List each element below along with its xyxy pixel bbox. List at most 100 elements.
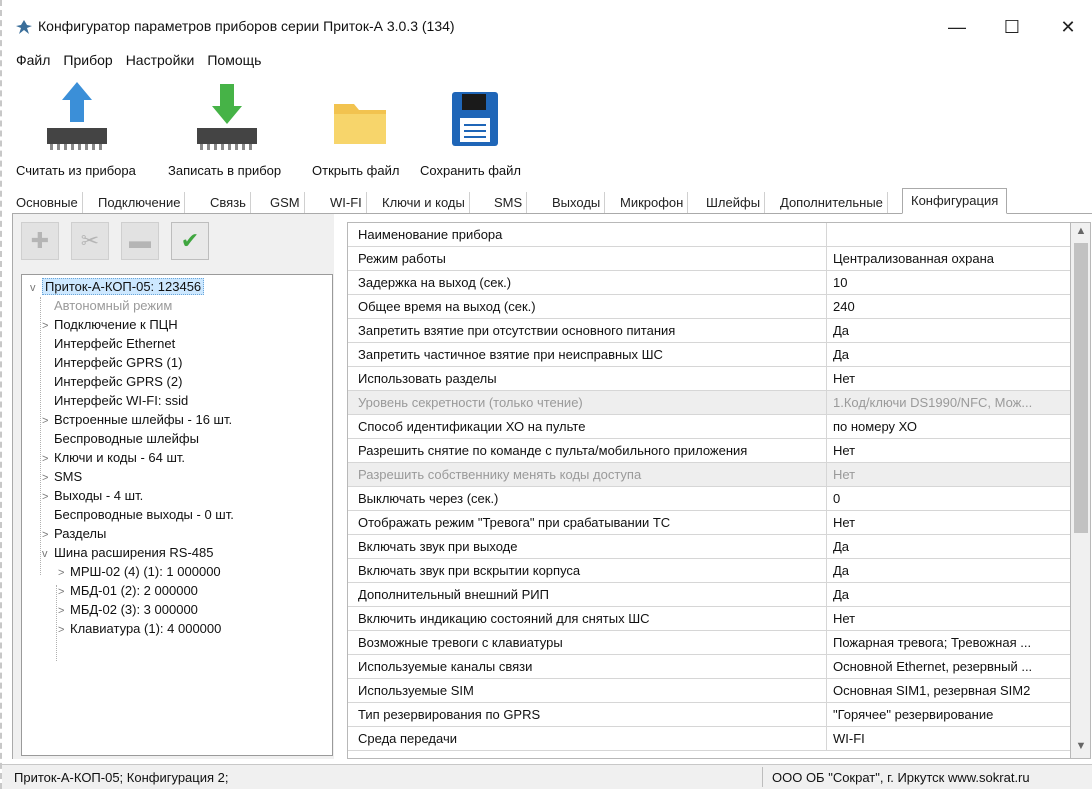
tree-item-builtin-loops[interactable]: > Встроенные шлейфы - 16 шт. (42, 411, 232, 429)
write-to-device-button[interactable]: Записать в прибор (162, 76, 302, 184)
chevron-down-icon[interactable]: v (30, 279, 42, 297)
tree-item-gprs-2[interactable]: Интерфейс GPRS (2) (42, 373, 182, 391)
property-row-readonly: Разрешить собственнику менять коды досту… (348, 463, 1070, 487)
remove-button[interactable]: ▬ (121, 222, 159, 260)
property-row[interactable]: Отображать режим "Тревога" при срабатыва… (348, 511, 1070, 535)
property-row[interactable]: Возможные тревоги с клавиатуры Пожарная т… (348, 631, 1070, 655)
menu-device[interactable]: Прибор (63, 52, 112, 72)
tree-item-keyboard[interactable]: > Клавиатура (1): 4 000000 (58, 620, 221, 638)
chevron-right-icon[interactable]: > (42, 450, 54, 468)
tree-item-mbd-01[interactable]: > МБД-01 (2): 2 000000 (58, 582, 198, 600)
open-file-button[interactable]: Открыть файл (310, 76, 410, 184)
open-file-label: Открыть файл (312, 163, 400, 178)
chevron-down-icon[interactable]: v (42, 545, 54, 563)
read-from-device-button[interactable]: Считать из прибора (12, 76, 152, 184)
tab-additional[interactable]: Дополнительные (776, 192, 888, 213)
property-row[interactable]: Запретить взятие при отсутствии основног… (348, 319, 1070, 343)
property-row[interactable]: Включать звук при выходе Да (348, 535, 1070, 559)
tree-guide-line (40, 297, 41, 575)
tree-item-device[interactable]: v Приток-А-КОП-05: 123456 (30, 278, 205, 297)
chevron-right-icon[interactable]: > (58, 564, 70, 582)
property-row[interactable]: Способ идентификации ХО на пульте по номе… (348, 415, 1070, 439)
tree-item-sms[interactable]: > SMS (42, 468, 82, 486)
tab-main[interactable]: Основные (12, 192, 83, 213)
chevron-right-icon[interactable]: > (42, 488, 54, 506)
tree-item-wifi[interactable]: Интерфейс WI-FI: ssid (42, 392, 188, 410)
property-row[interactable]: Запретить частичное взятие при неисправн… (348, 343, 1070, 367)
property-row[interactable]: Тип резервирования по GPRS "Горячее" резе… (348, 703, 1070, 727)
scroll-down-icon[interactable]: ▼ (1073, 740, 1089, 756)
tree-item-mrsh-02[interactable]: > МРШ-02 (4) (1): 1 000000 (58, 563, 221, 581)
property-row[interactable]: Среда передачи WI-FI (348, 727, 1070, 751)
vertical-scrollbar[interactable]: ▲ ▼ (1071, 222, 1091, 759)
status-right: ООО ОБ "Сократ", г. Иркутск www.sokrat.r… (772, 770, 1030, 785)
remove-icon: ▬ (129, 228, 151, 253)
save-file-button[interactable]: Сохранить файл (418, 76, 538, 184)
menu-settings[interactable]: Настройки (126, 52, 195, 72)
tree-item-ethernet[interactable]: Интерфейс Ethernet (42, 335, 175, 353)
tab-wifi[interactable]: WI-FI (326, 192, 367, 213)
tree-item-rs485-bus[interactable]: v Шина расширения RS-485 (42, 544, 213, 562)
tree-item-mbd-02[interactable]: > МБД-02 (3): 3 000000 (58, 601, 198, 619)
property-row[interactable]: Режим работы Централизованная охрана (348, 247, 1070, 271)
add-icon: ✚ (30, 228, 50, 253)
chevron-right-icon[interactable]: > (42, 526, 54, 544)
tree-item-keys-codes[interactable]: > Ключи и коды - 64 шт. (42, 449, 185, 467)
scrollbar-thumb[interactable] (1074, 243, 1088, 533)
property-row[interactable]: Выключать через (сек.) 0 (348, 487, 1070, 511)
property-row[interactable]: Разрешить снятие по команде с пульта/моб… (348, 439, 1070, 463)
tab-outputs[interactable]: Выходы (548, 192, 606, 213)
property-row[interactable]: Задержка на выход (сек.) 10 (348, 271, 1070, 295)
tab-gsm[interactable]: GSM (266, 192, 305, 213)
property-row[interactable]: Включать звук при вскрытии корпуса Да (348, 559, 1070, 583)
tree-item-sections[interactable]: > Разделы (42, 525, 106, 543)
chevron-right-icon[interactable]: > (58, 583, 70, 601)
tree-item-gprs-1[interactable]: Интерфейс GPRS (1) (42, 354, 182, 372)
app-icon (16, 20, 32, 34)
status-divider (762, 767, 763, 787)
add-button[interactable]: ✚ (21, 222, 59, 260)
cut-button[interactable]: ✂ (71, 222, 109, 260)
tree-item-wireless-outputs[interactable]: Беспроводные выходы - 0 шт. (42, 506, 234, 524)
app-window: Конфигуратор параметров приборов серии П… (0, 0, 1092, 789)
window-title: Конфигуратор параметров приборов серии П… (38, 18, 455, 34)
property-row[interactable]: Используемые каналы связи Основной Ethern… (348, 655, 1070, 679)
property-row[interactable]: Общее время на выход (сек.) 240 (348, 295, 1070, 319)
property-row[interactable]: Наименование прибора (348, 223, 1070, 247)
tab-microphone[interactable]: Микрофон (616, 192, 689, 213)
tab-communication[interactable]: Связь (206, 192, 251, 213)
menu-bar: Файл Прибор Настройки Помощь (16, 52, 261, 72)
chevron-right-icon[interactable]: > (42, 469, 54, 487)
tree-item-wireless-loops[interactable]: Беспроводные шлейфы (42, 430, 199, 448)
property-row[interactable]: Использовать разделы Нет (348, 367, 1070, 391)
minimize-button[interactable]: — (937, 14, 977, 40)
tree-item-outputs[interactable]: > Выходы - 4 шт. (42, 487, 143, 505)
tree-item-pcn-connection[interactable]: > Подключение к ПЦН (42, 316, 178, 334)
maximize-button[interactable]: ☐ (992, 14, 1032, 40)
menu-file[interactable]: Файл (16, 52, 50, 72)
chevron-right-icon[interactable]: > (42, 412, 54, 430)
folder-icon (334, 104, 386, 144)
tab-configuration[interactable]: Конфигурация (902, 188, 1008, 214)
tree-item-autonomous[interactable]: Автономный режим (42, 297, 172, 315)
close-button[interactable]: ✕ (1048, 14, 1088, 40)
floppy-disk-icon (452, 92, 498, 146)
tab-loops[interactable]: Шлейфы (702, 192, 766, 213)
scroll-up-icon[interactable]: ▲ (1073, 225, 1089, 241)
property-row[interactable]: Дополнительный внешний РИП Да (348, 583, 1070, 607)
menu-help[interactable]: Помощь (207, 52, 261, 72)
property-grid: Наименование прибора Режим работы Централ… (347, 222, 1071, 759)
property-row[interactable]: Используемые SIM Основная SIM1, резервная… (348, 679, 1070, 703)
tab-sms[interactable]: SMS (490, 192, 528, 213)
tab-keys-codes[interactable]: Ключи и коды (378, 192, 470, 213)
chevron-right-icon[interactable]: > (58, 621, 70, 639)
device-tree[interactable]: v Приток-А-КОП-05: 123456 Автономный режи… (21, 274, 333, 756)
chevron-right-icon[interactable]: > (42, 317, 54, 335)
cut-icon: ✂ (80, 228, 100, 253)
chevron-right-icon[interactable]: > (58, 602, 70, 620)
tab-connection[interactable]: Подключение (94, 192, 186, 213)
tree-guide-line (56, 585, 57, 661)
apply-button[interactable]: ✔ (171, 222, 209, 260)
chip-download-icon (197, 84, 257, 150)
property-row[interactable]: Включить индикацию состояний для снятых … (348, 607, 1070, 631)
